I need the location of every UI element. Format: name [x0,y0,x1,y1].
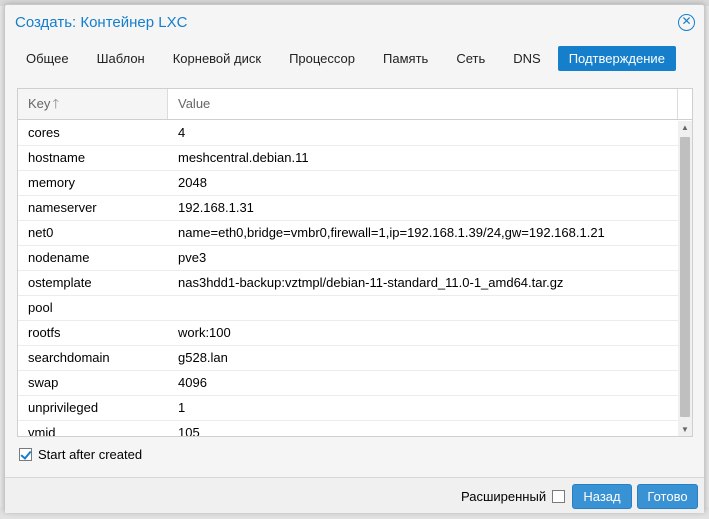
table-row[interactable]: nameserver 192.168.1.31 [18,196,678,221]
scroll-up-icon[interactable]: ▲ [678,121,692,135]
table-row[interactable]: vmid 105 [18,421,678,437]
row-value: pve3 [178,250,207,265]
table-row[interactable]: pool [18,296,678,321]
row-key: unprivileged [28,400,99,415]
grid-header: Key 🡑 Value [18,89,692,120]
table-row[interactable]: ostemplate nas3hdd1-backup:vztmpl/debian-… [18,271,678,296]
column-header-value[interactable]: Value [168,89,678,119]
column-header-key[interactable]: Key 🡑 [18,89,168,119]
back-button[interactable]: Назад [572,484,632,509]
row-value: 4 [178,125,186,140]
dialog-title: Создать: Контейнер LXC [15,14,188,31]
column-header-value-label: Value [178,96,211,111]
create-lxc-dialog: Создать: Контейнер LXC ✕ Общее Шаблон Ко… [4,4,705,513]
table-row[interactable]: rootfs work:100 [18,321,678,346]
row-key: rootfs [28,325,61,340]
grid-scrollbar[interactable]: ▲ ▼ [678,121,692,436]
advanced-label: Расширенный [461,489,547,504]
dialog-footer: Расширенный Назад Готово [5,477,704,513]
start-after-created-label: Start after created [38,447,143,462]
table-row[interactable]: nodename pve3 [18,246,678,271]
sort-ascending-icon: 🡑 [52,96,60,111]
summary-grid: Key 🡑 Value cores 4 hostname meshcentral.de… [17,88,693,437]
finish-button[interactable]: Готово [637,484,698,509]
row-value: 4096 [178,375,207,390]
row-key: nameserver [28,200,97,215]
row-key: pool [28,300,53,315]
table-row[interactable]: swap 4096 [18,371,678,396]
close-icon[interactable]: ✕ [678,14,695,31]
column-header-key-label: Key [28,96,51,111]
tab-confirm[interactable]: Подтверждение [557,46,676,71]
row-value: meshcentral.debian.11 [178,150,309,165]
scroll-thumb[interactable] [680,137,690,417]
tab-bar: Общее Шаблон Корневой диск Процессор Пам… [15,46,682,71]
table-row[interactable]: memory 2048 [18,171,678,196]
scroll-down-icon[interactable]: ▼ [678,423,692,436]
table-row[interactable]: hostname meshcentral.debian.11 [18,146,678,171]
row-value: 1 [178,400,186,415]
table-row[interactable]: searchdomain g528.lan [18,346,678,371]
row-key: memory [28,175,75,190]
tab-template[interactable]: Шаблон [86,46,156,71]
row-value: 2048 [178,175,207,190]
row-key: searchdomain [28,350,110,365]
start-after-created-option: Start after created [19,447,142,462]
advanced-option: Расширенный [461,489,566,504]
tab-root-disk[interactable]: Корневой диск [162,46,272,71]
table-row[interactable]: net0 name=eth0,bridge=vmbr0,firewall=1,ip… [18,221,678,246]
row-value: 192.168.1.31 [178,200,254,215]
row-key: vmid [28,425,56,437]
advanced-checkbox[interactable] [552,490,566,503]
row-key: cores [28,125,60,140]
table-row[interactable]: unprivileged 1 [18,396,678,421]
row-value: nas3hdd1-backup:vztmpl/debian-11-standar… [178,275,564,290]
tab-cpu[interactable]: Процессор [278,46,366,71]
grid-rows: cores 4 hostname meshcentral.debian.11 mem… [18,121,678,437]
tab-network[interactable]: Сеть [445,46,496,71]
table-row[interactable]: cores 4 [18,121,678,146]
row-value: 105 [178,425,200,437]
row-key: hostname [28,150,86,165]
row-value: name=eth0,bridge=vmbr0,firewall=1,ip=192… [178,225,605,240]
titlebar: Создать: Контейнер LXC ✕ [5,5,704,41]
tab-general[interactable]: Общее [15,46,80,71]
tab-memory[interactable]: Память [372,46,439,71]
row-value: work:100 [178,325,231,340]
row-key: ostemplate [28,275,92,290]
row-value: g528.lan [178,350,228,365]
tab-dns[interactable]: DNS [502,46,551,71]
row-key: nodename [28,250,90,265]
row-key: swap [28,375,59,390]
start-after-created-checkbox[interactable] [19,448,32,461]
row-key: net0 [28,225,54,240]
